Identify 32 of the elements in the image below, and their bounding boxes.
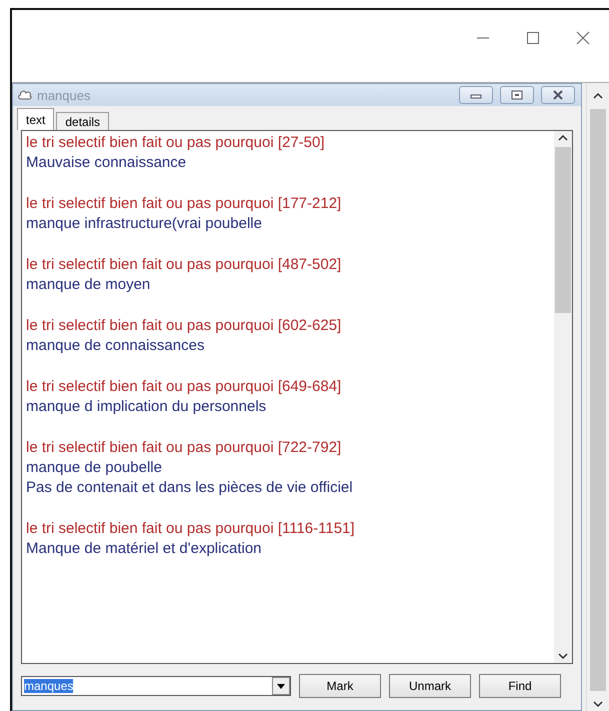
caret-icon: [277, 684, 285, 688]
quote-text: manque d implication du personnels: [26, 397, 268, 417]
tab[interactable]: details: [56, 112, 110, 130]
source-reference: le tri selectif bien fait ou pas pourquoi [1116-1151]: [26, 519, 356, 539]
restore-button[interactable]: [500, 86, 534, 104]
close-button[interactable]: [541, 86, 575, 104]
scrollbar-thumb[interactable]: [590, 109, 606, 691]
quote-text: Mauvaise connaissance: [26, 153, 188, 173]
search-combo[interactable]: manques: [21, 676, 291, 696]
quote-text: Pas de contenait et dans les pièces de vie officiel: [26, 478, 354, 498]
action-button[interactable]: Unmark: [389, 674, 471, 698]
scrollbar-thumb[interactable]: [555, 147, 571, 313]
quote-text: manque de poubelle: [26, 458, 163, 478]
window-title: manques: [37, 88, 92, 102]
source-reference: le tri selectif bien fait ou pas pourquoi [487-502]: [26, 255, 342, 275]
quote-text: manque de connaissances: [26, 336, 206, 356]
restore-icon: [511, 90, 523, 100]
quote-text: Manque de matériel et d'explication: [26, 539, 263, 559]
quote-text: manque de moyen: [26, 275, 152, 295]
cloud-icon: [17, 89, 33, 101]
source-reference: le tri selectif bien fait ou pas pourquoi [27-50]: [26, 133, 326, 153]
tab[interactable]: text: [17, 108, 54, 130]
action-button[interactable]: Find: [479, 674, 561, 698]
quote-text: manque infrastructure(vrai poubelle: [26, 214, 263, 234]
source-reference: le tri selectif bien fait ou pas pourquoi [177-212]: [26, 194, 342, 214]
action-button[interactable]: Mark: [299, 674, 381, 698]
source-reference: le tri selectif bien fait ou pas pourquoi [649-684]: [26, 377, 342, 397]
source-reference: le tri selectif bien fait ou pas pourquoi [722-792]: [26, 438, 342, 458]
close-icon: [552, 90, 564, 100]
source-reference: le tri selectif bien fait ou pas pourquoi [602-625]: [26, 316, 342, 336]
minimize-button[interactable]: [459, 86, 493, 104]
dropdown-button[interactable]: [272, 677, 290, 695]
